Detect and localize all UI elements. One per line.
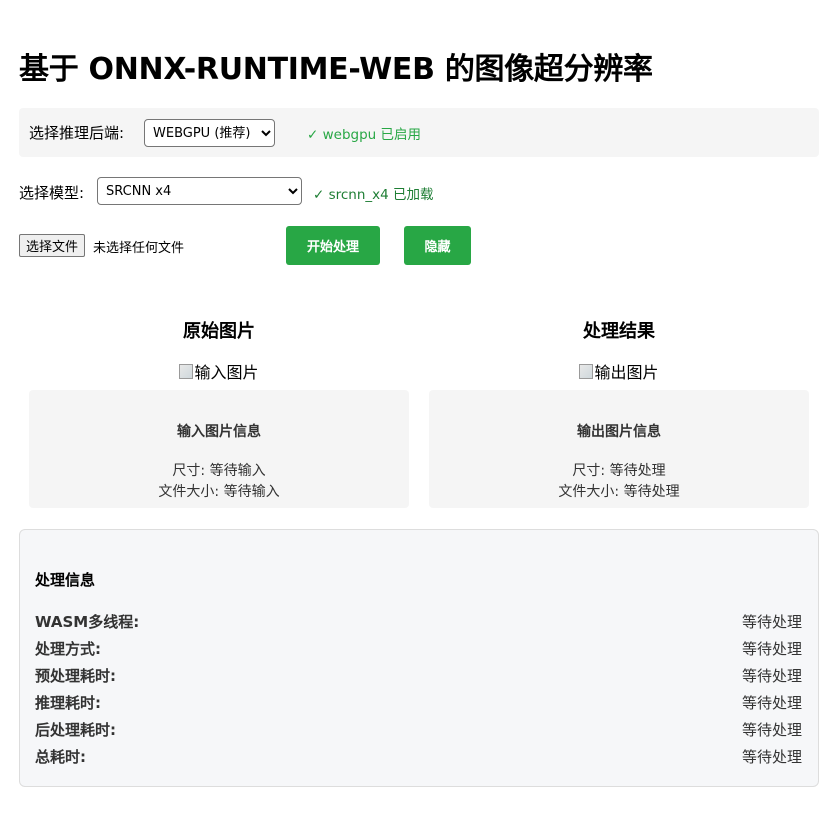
output-image-alt: 输出图片 (594, 363, 659, 382)
input-image: 输入图片 (29, 359, 409, 383)
output-image: 输出图片 (429, 359, 809, 383)
output-panel-title: 处理结果 (583, 321, 655, 342)
processing-row: 后处理耗时: 等待处理 (35, 719, 802, 741)
processing-key: 处理方式: (35, 640, 101, 658)
processing-value: 等待处理 (741, 613, 802, 631)
processing-row: WASM多线程: 等待处理 (35, 611, 802, 633)
processing-info-panel: 处理信息 WASM多线程: 等待处理 处理方式: 等待处理 预处理耗时: 等待处… (19, 529, 819, 787)
output-info-title: 输出图片信息 (577, 424, 661, 440)
input-size: 尺寸: 等待输入 (172, 463, 266, 479)
choose-file-button[interactable]: 选择文件 (19, 234, 86, 257)
model-status: ✓ srcnn_x4 已加载 (313, 187, 434, 203)
processing-row: 总耗时: 等待处理 (35, 746, 802, 768)
processing-key: WASM多线程: (35, 613, 140, 631)
processing-row: 预处理耗时: 等待处理 (35, 665, 802, 687)
input-filesize: 文件大小: 等待输入 (158, 484, 280, 500)
broken-image-icon (179, 364, 194, 379)
processing-value: 等待处理 (741, 748, 802, 766)
broken-image-icon (579, 364, 594, 379)
processing-value: 等待处理 (741, 721, 802, 739)
input-info-card: 输入图片信息 尺寸: 等待输入 文件大小: 等待输入 (29, 390, 409, 508)
input-panel-title: 原始图片 (183, 321, 255, 342)
page-title: 基于 ONNX-RUNTIME-WEB 的图像超分辨率 (19, 52, 653, 87)
processing-key: 后处理耗时: (35, 721, 116, 739)
processing-row: 推理耗时: 等待处理 (35, 692, 802, 714)
processing-key: 预处理耗时: (35, 667, 116, 685)
start-processing-button[interactable]: 开始处理 (286, 226, 380, 265)
hide-button[interactable]: 隐藏 (404, 226, 471, 265)
model-label: 选择模型: (19, 184, 85, 202)
model-select[interactable]: SRCNN x4 (97, 177, 302, 205)
file-status: 未选择任何文件 (93, 241, 185, 256)
processing-value: 等待处理 (741, 640, 802, 658)
backend-selector-bar: 选择推理后端: WEBGPU (推荐) ✓ webgpu 已启用 (19, 108, 819, 157)
input-image-alt: 输入图片 (194, 363, 259, 382)
output-size: 尺寸: 等待处理 (572, 463, 666, 479)
output-filesize: 文件大小: 等待处理 (558, 484, 680, 500)
output-info-card: 输出图片信息 尺寸: 等待处理 文件大小: 等待处理 (429, 390, 809, 508)
processing-key: 推理耗时: (35, 694, 101, 712)
processing-info-title: 处理信息 (35, 571, 96, 589)
backend-label: 选择推理后端: (29, 124, 125, 142)
processing-key: 总耗时: (35, 748, 86, 766)
backend-status: ✓ webgpu 已启用 (307, 127, 422, 143)
processing-row: 处理方式: 等待处理 (35, 638, 802, 660)
processing-value: 等待处理 (741, 667, 802, 685)
input-info-title: 输入图片信息 (177, 424, 261, 440)
backend-select[interactable]: WEBGPU (推荐) (144, 119, 275, 147)
processing-value: 等待处理 (741, 694, 802, 712)
